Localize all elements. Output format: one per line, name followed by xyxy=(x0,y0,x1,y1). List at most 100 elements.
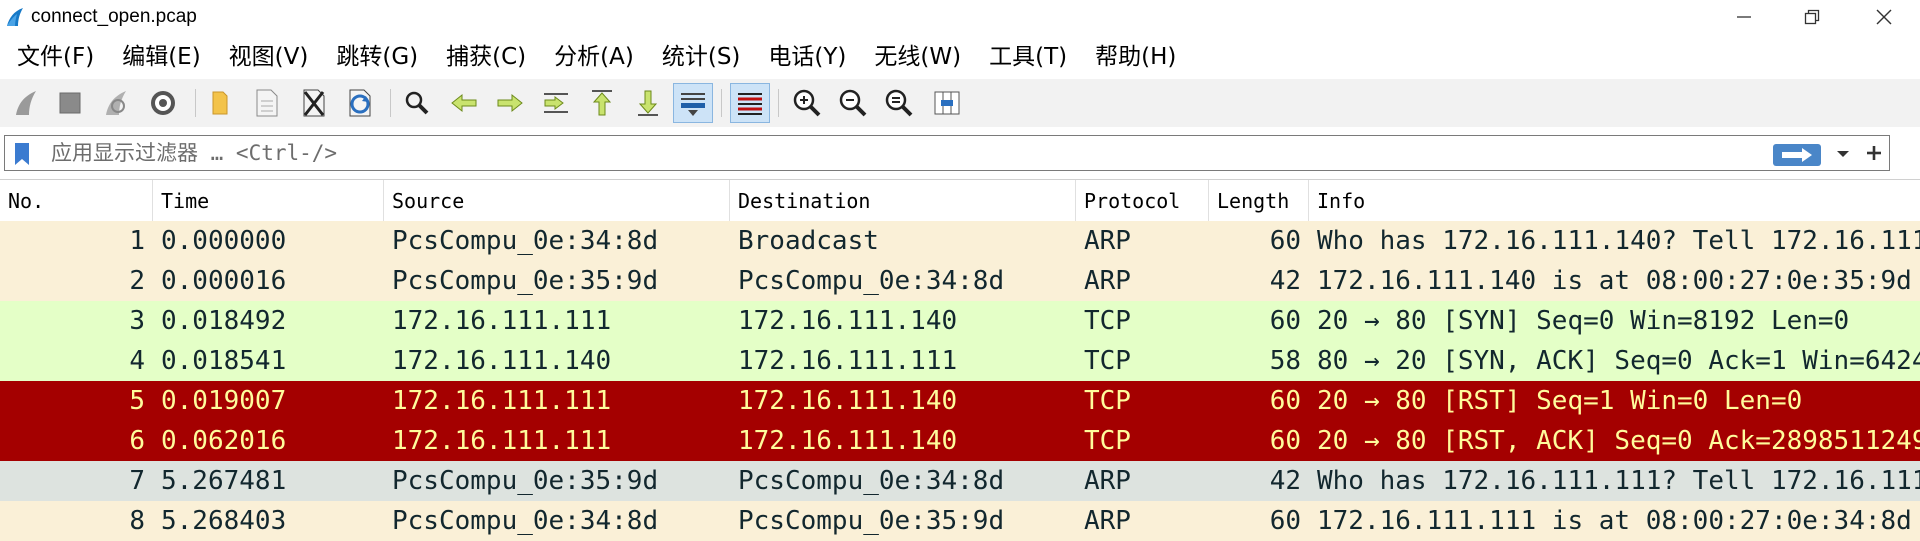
packet-row[interactable]: 5 0.019007 172.16.111.111 172.16.111.140 TCP… xyxy=(0,381,1920,421)
packet-cell-source: 172.16.111.111 xyxy=(392,386,612,416)
packet-cell-info: 172.16.111.111 is at 08:00:27:0e:34:8d xyxy=(1317,506,1912,536)
toolbar-separator xyxy=(390,89,391,117)
find-packet-button[interactable] xyxy=(397,83,437,123)
packet-cell-no: 2 xyxy=(129,266,145,296)
auto-scroll-button[interactable] xyxy=(673,83,713,123)
column-header-time[interactable]: Time xyxy=(153,180,384,221)
capture-options-icon xyxy=(151,91,175,115)
packet-cell-time: 5.267481 xyxy=(161,466,287,496)
go-to-packet-icon xyxy=(544,93,568,113)
menu-telephony[interactable]: 电话(Y) xyxy=(751,37,857,71)
toolbar-separator xyxy=(778,89,779,117)
packet-cell-time: 0.019007 xyxy=(161,386,287,416)
resize-columns-button[interactable] xyxy=(927,83,967,123)
restart-capture-icon xyxy=(106,91,126,115)
go-to-packet-button[interactable] xyxy=(536,83,576,123)
packet-cell-destination: 172.16.111.140 xyxy=(738,426,958,456)
go-first-icon xyxy=(592,90,612,116)
packet-cell-source: 172.16.111.111 xyxy=(392,306,612,336)
save-file-button[interactable] xyxy=(247,83,287,123)
column-header-source[interactable]: Source xyxy=(384,180,730,221)
packet-row[interactable]: 8 5.268403 PcsCompu_0e:34:8d PcsCompu_0e:35… xyxy=(0,501,1920,541)
main-toolbar xyxy=(0,79,1920,127)
menu-edit[interactable]: 编辑(E) xyxy=(105,37,211,71)
zoom-in-button[interactable] xyxy=(787,83,827,123)
menu-view[interactable]: 视图(V) xyxy=(212,37,320,71)
menu-capture[interactable]: 捕获(C) xyxy=(429,37,537,71)
menu-tools[interactable]: 工具(T) xyxy=(972,37,1078,71)
minimize-button[interactable] xyxy=(1714,0,1774,34)
display-filter-input[interactable] xyxy=(51,139,1751,167)
packet-cell-length: 60 xyxy=(1269,226,1301,256)
packet-cell-info: 80 → 20 [SYN, ACK] Seq=0 Ack=1 Win=64240… xyxy=(1317,346,1920,376)
menu-go[interactable]: 跳转(G) xyxy=(319,37,429,71)
capture-options-button[interactable] xyxy=(143,83,183,123)
packet-cell-protocol: ARP xyxy=(1084,266,1131,296)
menu-wireless[interactable]: 无线(W) xyxy=(857,37,972,71)
filter-history-dropdown[interactable] xyxy=(1831,142,1855,166)
arrow-right-icon xyxy=(1782,148,1812,162)
save-file-icon xyxy=(256,89,278,117)
packet-cell-no: 7 xyxy=(129,466,145,496)
restart-capture-button[interactable] xyxy=(96,83,136,123)
packet-cell-length: 42 xyxy=(1269,266,1301,296)
display-filter-box xyxy=(4,135,1890,171)
bookmark-icon[interactable] xyxy=(13,142,31,166)
packet-cell-protocol: TCP xyxy=(1084,346,1131,376)
go-first-button[interactable] xyxy=(582,83,622,123)
restore-button[interactable] xyxy=(1782,0,1842,34)
close-file-button[interactable] xyxy=(294,83,334,123)
column-header-no[interactable]: No. xyxy=(0,180,153,221)
stop-capture-button[interactable] xyxy=(50,83,90,123)
packet-cell-no: 4 xyxy=(129,346,145,376)
toolbar-separator xyxy=(721,89,722,117)
packet-cell-length: 60 xyxy=(1269,426,1301,456)
apply-filter-button[interactable] xyxy=(1773,144,1821,166)
packet-cell-no: 5 xyxy=(129,386,145,416)
close-file-icon xyxy=(303,89,325,117)
chevron-down-icon xyxy=(1837,151,1849,157)
add-filter-button[interactable] xyxy=(1860,131,1888,175)
column-header-protocol[interactable]: Protocol xyxy=(1076,180,1209,221)
packet-cell-info: Who has 172.16.111.140? Tell 172.16.111.… xyxy=(1317,226,1920,256)
packet-row[interactable]: 3 0.018492 172.16.111.111 172.16.111.140 TCP… xyxy=(0,301,1920,341)
open-file-icon xyxy=(212,91,228,115)
packet-row[interactable]: 2 0.000016 PcsCompu_0e:35:9d PcsCompu_0e:34… xyxy=(0,261,1920,301)
packet-row[interactable]: 1 0.000000 PcsCompu_0e:34:8d Broadcast ARP 60… xyxy=(0,221,1920,261)
packet-cell-length: 60 xyxy=(1269,306,1301,336)
column-header-info[interactable]: Info xyxy=(1309,180,1920,221)
plus-icon xyxy=(1867,146,1881,160)
packet-cell-source: 172.16.111.140 xyxy=(392,346,612,376)
go-last-icon xyxy=(638,90,658,116)
go-last-button[interactable] xyxy=(628,83,668,123)
open-file-button[interactable] xyxy=(200,83,240,123)
packet-cell-info: 20 → 80 [SYN] Seq=0 Win=8192 Len=0 xyxy=(1317,306,1850,336)
title-bar: connect_open.pcap xyxy=(0,0,1920,34)
column-header-destination[interactable]: Destination xyxy=(730,180,1076,221)
menu-statistics[interactable]: 统计(S) xyxy=(645,37,752,71)
packet-row[interactable]: 7 5.267481 PcsCompu_0e:35:9d PcsCompu_0e:34… xyxy=(0,461,1920,501)
packet-cell-length: 60 xyxy=(1269,386,1301,416)
packet-cell-no: 8 xyxy=(129,506,145,536)
close-icon xyxy=(1876,9,1892,25)
reload-file-button[interactable] xyxy=(340,83,380,123)
go-back-button[interactable] xyxy=(444,83,484,123)
menu-analyze[interactable]: 分析(A) xyxy=(537,37,645,71)
start-capture-button[interactable] xyxy=(6,83,46,123)
menu-help[interactable]: 帮助(H) xyxy=(1078,37,1187,71)
packet-cell-protocol: ARP xyxy=(1084,226,1131,256)
zoom-out-button[interactable] xyxy=(833,83,873,123)
column-header-length[interactable]: Length xyxy=(1209,180,1309,221)
restore-icon xyxy=(1804,9,1820,25)
close-button[interactable] xyxy=(1854,0,1914,34)
colorize-button[interactable] xyxy=(730,83,770,123)
packet-row[interactable]: 4 0.018541 172.16.111.140 172.16.111.111 TCP… xyxy=(0,341,1920,381)
find-packet-icon xyxy=(405,91,429,115)
packet-row[interactable]: 6 0.062016 172.16.111.111 172.16.111.140 TCP… xyxy=(0,421,1920,461)
menu-file[interactable]: 文件(F) xyxy=(0,37,105,71)
go-forward-button[interactable] xyxy=(490,83,530,123)
packet-cell-protocol: TCP xyxy=(1084,426,1131,456)
auto-scroll-icon xyxy=(681,93,705,116)
packet-cell-info: 20 → 80 [RST, ACK] Seq=0 Ack=2898511249 … xyxy=(1317,426,1920,456)
zoom-normal-button[interactable] xyxy=(879,83,919,123)
